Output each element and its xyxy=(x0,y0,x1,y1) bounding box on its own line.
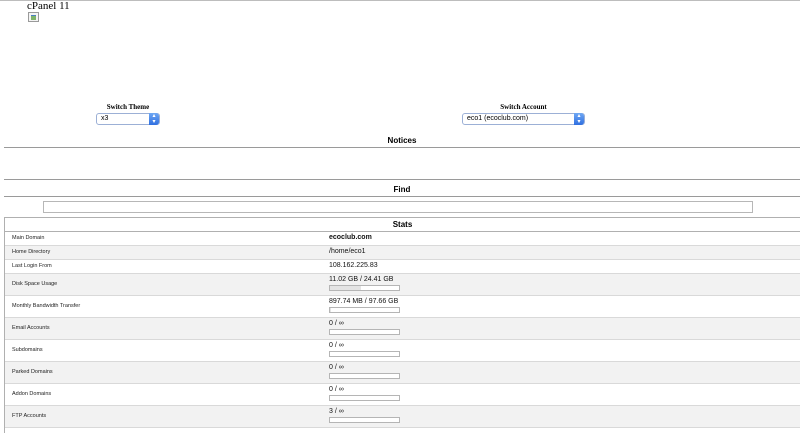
stats-value: /home/eco1 xyxy=(329,248,366,255)
stats-header: Stats xyxy=(5,218,800,232)
find-header: Find xyxy=(393,185,411,194)
stats-value: 0 / ∞ xyxy=(329,320,344,327)
stats-row: 1 / ∞ xyxy=(5,428,800,433)
stats-label: Disk Space Usage xyxy=(12,281,58,287)
stats-row: Main Domain ecoclub.com xyxy=(5,232,800,246)
usage-progress-fill xyxy=(330,308,331,312)
usage-progress-bar xyxy=(329,329,400,335)
switch-account: Switch Account eco1 (ecoclub.com) ▴ ▾ xyxy=(462,103,585,125)
stats-value: 11.02 GB / 24.41 GB xyxy=(329,276,394,283)
stats-row: Monthly Bandwidth Transfer 897.74 MB / 97… xyxy=(5,296,800,318)
stats-label: Main Domain xyxy=(12,235,45,241)
select-arrows-icon: ▴ ▾ xyxy=(574,113,584,125)
stats-value: 3 / ∞ xyxy=(329,408,344,415)
stats-row: Addon Domains 0 / ∞ xyxy=(5,384,800,406)
stats-label: Home Directory xyxy=(12,249,51,255)
stats-label: Subdomains xyxy=(12,347,43,353)
stats-label: Email Accounts xyxy=(12,325,50,331)
stats-row: Disk Space Usage 11.02 GB / 24.41 GB xyxy=(5,274,800,296)
stats-value: 0 / ∞ xyxy=(329,364,344,371)
stats-label: FTP Accounts xyxy=(12,413,47,419)
usage-progress-bar xyxy=(329,373,400,379)
broken-image-icon xyxy=(28,12,39,22)
notices-rule xyxy=(4,147,800,148)
stats-row: Last Login From 108.162.225.83 xyxy=(5,260,800,274)
stats-row: FTP Accounts 3 / ∞ xyxy=(5,406,800,428)
usage-progress-bar xyxy=(329,395,400,401)
usage-progress-bar xyxy=(329,285,400,291)
switch-account-select[interactable]: eco1 (ecoclub.com) ▴ ▾ xyxy=(462,113,585,125)
stats-value: 0 / ∞ xyxy=(329,342,344,349)
stats-label: Addon Domains xyxy=(12,391,52,397)
stats-value: 897.74 MB / 97.66 GB xyxy=(329,298,399,305)
switch-theme-value: x3 xyxy=(101,115,109,122)
stats-value: ecoclub.com xyxy=(329,234,372,241)
stats-row: Home Directory/home/eco1 xyxy=(5,246,800,260)
stats-value: 0 / ∞ xyxy=(329,386,344,393)
usage-progress-bar xyxy=(329,351,400,357)
usage-progress-bar xyxy=(329,307,400,313)
notices-header: Notices xyxy=(387,136,417,145)
find-top-rule xyxy=(4,179,800,180)
switch-account-value: eco1 (ecoclub.com) xyxy=(467,115,529,122)
usage-progress-bar xyxy=(329,417,400,423)
stats-label: Parked Domains xyxy=(12,369,53,375)
stats-row: Email Accounts 0 / ∞ xyxy=(5,318,800,340)
stats-row: Parked Domains 0 / ∞ xyxy=(5,362,800,384)
stats-label: Monthly Bandwidth Transfer xyxy=(12,303,81,309)
switch-theme-select[interactable]: x3 ▴ ▾ xyxy=(96,113,160,125)
stats-row: Subdomains 0 / ∞ xyxy=(5,340,800,362)
stats-rows: Main Domain ecoclub.com Home Directory/hom… xyxy=(5,232,800,433)
usage-progress-fill xyxy=(330,286,362,290)
find-input[interactable] xyxy=(43,201,753,213)
switch-account-label: Switch Account xyxy=(500,103,547,111)
select-arrows-icon: ▴ ▾ xyxy=(149,113,159,125)
stats-value: 108.162.225.83 xyxy=(329,262,378,269)
find-rule xyxy=(4,196,800,197)
switch-theme-label: Switch Theme xyxy=(106,103,150,111)
page-title: cPanel 11 xyxy=(27,0,70,12)
switch-theme: Switch Theme x3 ▴ ▾ xyxy=(96,103,160,125)
stats-panel: Stats Main Domain ecoclub.com Home Directo… xyxy=(4,217,800,433)
stats-label: Last Login From xyxy=(12,263,52,269)
top-rule xyxy=(0,0,800,1)
